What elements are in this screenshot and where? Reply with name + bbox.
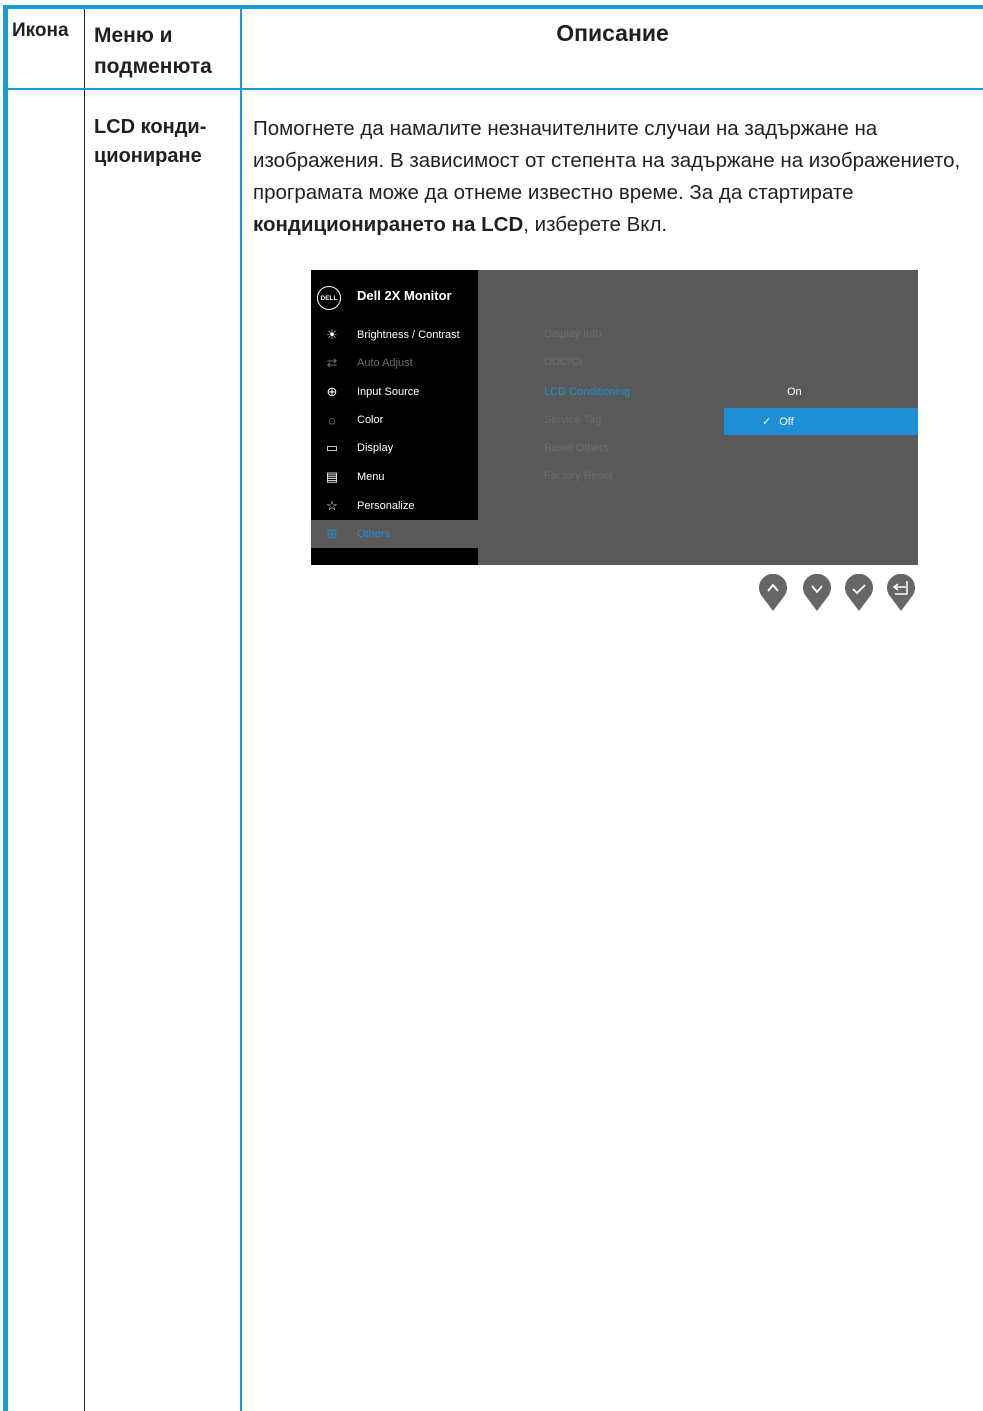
osd-item-display[interactable]: ▭ Display bbox=[311, 434, 478, 462]
osd-item-auto-adjust[interactable]: ⇄ Auto Adjust bbox=[311, 349, 478, 377]
osd-item-color[interactable]: ◌ Color bbox=[311, 406, 478, 434]
osd-item-brightness-contrast[interactable]: ☀ Brightness / Contrast bbox=[311, 321, 478, 349]
osd-item-personalize[interactable]: ☆ Personalize bbox=[311, 492, 478, 520]
column-divider bbox=[84, 9, 85, 1411]
input-source-icon: ⊕ bbox=[326, 384, 338, 399]
check-icon: ✓ bbox=[762, 416, 772, 428]
brightness-icon: ☀ bbox=[326, 327, 338, 342]
osd-item-others[interactable]: ⊞ Others bbox=[311, 520, 478, 548]
submenu-ddc-ci[interactable]: DDC/CI bbox=[544, 356, 582, 368]
submenu-factory-reset[interactable]: Factory Reset bbox=[544, 470, 612, 482]
column-divider bbox=[240, 9, 242, 1411]
option-on[interactable]: On bbox=[787, 386, 802, 398]
down-button[interactable] bbox=[802, 574, 832, 612]
submenu-display-info[interactable]: Display Info bbox=[544, 328, 601, 340]
header-divider bbox=[8, 88, 983, 90]
osd-title: Dell 2X Monitor bbox=[357, 288, 452, 303]
table-left-border bbox=[3, 5, 8, 1411]
table-top-border bbox=[5, 5, 983, 9]
button-shape bbox=[759, 574, 787, 611]
header-icon: Икона bbox=[12, 20, 69, 41]
display-icon: ▭ bbox=[325, 440, 339, 455]
star-icon: ☆ bbox=[326, 498, 338, 513]
submenu-service-tag[interactable]: Service Tag bbox=[544, 414, 601, 426]
back-button[interactable] bbox=[886, 574, 916, 612]
color-icon: ◌ bbox=[328, 412, 336, 428]
menu-item-name: LCD конди-циониране bbox=[94, 116, 207, 167]
submenu-reset-others[interactable]: Reset Others bbox=[544, 442, 609, 454]
button-shape bbox=[887, 574, 915, 611]
option-off[interactable]: ✓ Off bbox=[724, 408, 918, 435]
osd-item-menu[interactable]: ▤ Menu bbox=[311, 463, 478, 491]
auto-adjust-icon: ⇄ bbox=[326, 355, 338, 370]
menu-icon: ▤ bbox=[325, 469, 339, 484]
submenu-lcd-conditioning[interactable]: LCD Conditioning bbox=[544, 386, 630, 398]
osd-main-menu: DELL Dell 2X Monitor ☀ Brightness / Cont… bbox=[311, 270, 478, 565]
osd-screenshot: DELL Dell 2X Monitor ☀ Brightness / Cont… bbox=[311, 270, 918, 565]
osd-item-input-source[interactable]: ⊕ Input Source bbox=[311, 378, 478, 406]
button-shape bbox=[845, 574, 873, 611]
header-description: Описание bbox=[556, 20, 669, 46]
dell-logo: DELL bbox=[317, 286, 341, 310]
header-menu: Меню и подменюта bbox=[94, 24, 212, 78]
description-text: Помогнете да намалите незначителните слу… bbox=[253, 117, 961, 236]
up-button[interactable] bbox=[758, 574, 788, 612]
others-icon: ⊞ bbox=[326, 526, 338, 541]
check-button[interactable] bbox=[844, 574, 874, 612]
